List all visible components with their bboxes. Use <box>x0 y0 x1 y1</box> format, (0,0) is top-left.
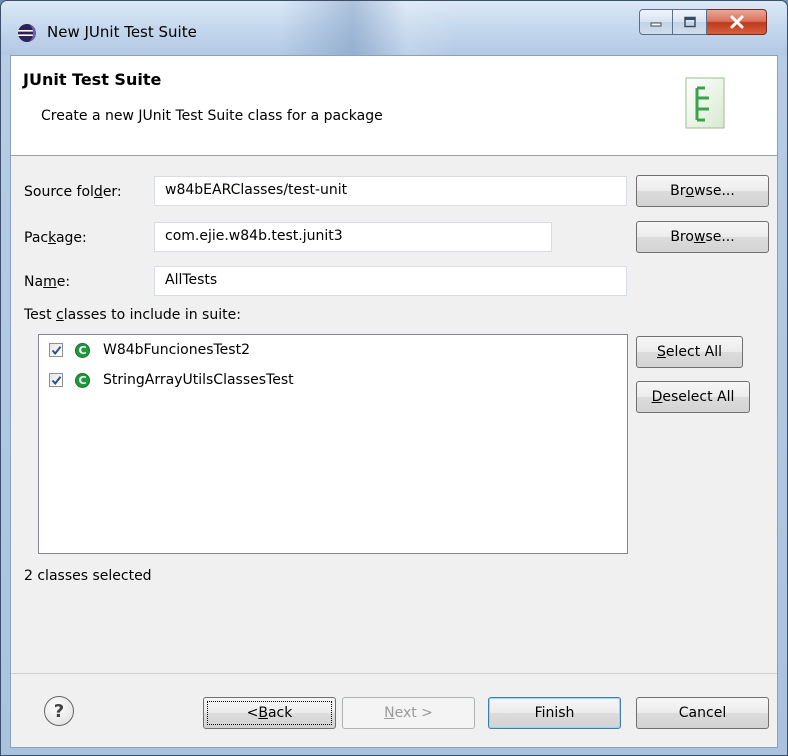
browse-package-button[interactable]: Bro w se... <box>636 221 769 253</box>
test-classes-label-text: Test <box>24 307 57 323</box>
eclipse-icon <box>18 24 36 42</box>
finish-button[interactable]: Finish <box>488 697 621 729</box>
package-field[interactable]: com.ejie.w84b.test.junit3 <box>154 222 552 252</box>
back-label: ack <box>267 705 293 721</box>
back-button[interactable]: < Back <box>203 697 336 729</box>
browse-label-suffix: wse... <box>694 183 735 199</box>
browse-label: Br <box>670 183 686 199</box>
class-icon: C <box>75 372 90 388</box>
name-label-suffix: e: <box>56 274 71 290</box>
select-all-mnemonic: S <box>657 344 666 360</box>
test-classes-label: Test classes to include in suite: <box>24 307 241 323</box>
source-folder-label: Source folder: <box>24 184 122 200</box>
test-suite-icon <box>685 77 725 129</box>
next-mnemonic: N <box>384 705 395 721</box>
package-label-text: Pac <box>24 230 49 246</box>
back-label-prefix: < <box>246 705 259 721</box>
name-label: Name: <box>24 274 70 290</box>
source-folder-label-suffix: er: <box>102 184 122 200</box>
list-item[interactable]: C W84bFuncionesTest2 <box>49 339 250 361</box>
test-classes-mnemonic: c <box>56 307 64 323</box>
source-folder-field[interactable]: w84bEARClasses/test-unit <box>154 176 627 206</box>
next-label: ext > <box>394 705 433 721</box>
deselect-all-mnemonic: D <box>651 389 663 405</box>
source-folder-mnemonic: d <box>93 184 103 200</box>
next-button[interactable]: Next > <box>342 697 475 729</box>
cancel-button[interactable]: Cancel <box>636 697 769 729</box>
dialog-content: JUnit Test Suite Create a new JUnit Test… <box>10 55 778 748</box>
maximize-icon <box>683 16 696 28</box>
dialog-window: New JUnit Test Suite JUnit Test Suite Cr… <box>0 0 788 756</box>
checkbox[interactable] <box>49 373 63 387</box>
checkbox[interactable] <box>49 343 63 357</box>
wizard-banner: JUnit Test Suite Create a new JUnit Test… <box>11 56 777 156</box>
select-all-label: elect All <box>665 344 722 360</box>
test-classes-label-suffix: lasses to include in suite: <box>63 307 241 323</box>
help-button[interactable]: ? <box>44 696 74 726</box>
package-mnemonic: k <box>48 230 56 246</box>
package-label: Package: <box>24 230 87 246</box>
class-icon: C <box>75 342 90 358</box>
title-bar-glare <box>281 1 461 55</box>
close-button[interactable] <box>707 9 767 35</box>
browse-label-suffix: se... <box>705 229 735 245</box>
deselect-all-button[interactable]: Deselect All <box>636 381 750 413</box>
window-title: New JUnit Test Suite <box>47 23 197 41</box>
banner-title: JUnit Test Suite <box>23 70 162 89</box>
list-item-label: W84bFuncionesTest2 <box>103 342 250 358</box>
footer-divider <box>11 673 777 674</box>
banner-description: Create a new JUnit Test Suite class for … <box>41 108 383 124</box>
checkmark-icon <box>51 375 61 385</box>
name-label-text: Na <box>24 274 44 290</box>
selection-status: 2 classes selected <box>24 568 152 584</box>
select-all-button[interactable]: Select All <box>636 336 743 368</box>
minimize-button[interactable] <box>639 9 673 35</box>
close-icon <box>730 15 743 29</box>
browse-mnemonic: o <box>685 183 695 199</box>
list-item[interactable]: C StringArrayUtilsClassesTest <box>49 369 294 391</box>
maximize-button[interactable] <box>673 9 707 35</box>
back-mnemonic: B <box>258 705 268 721</box>
title-bar[interactable]: New JUnit Test Suite <box>1 1 787 55</box>
browse-source-folder-button[interactable]: Br o wse... <box>636 175 769 207</box>
help-icon: ? <box>53 700 65 722</box>
name-field[interactable]: AllTests <box>154 266 627 296</box>
minimize-icon <box>650 22 662 27</box>
deselect-all-label: eselect All <box>662 389 735 405</box>
checkmark-icon <box>51 345 61 355</box>
package-label-suffix: age: <box>55 230 87 246</box>
list-item-label: StringArrayUtilsClassesTest <box>103 372 294 388</box>
test-classes-list[interactable]: C W84bFuncionesTest2 C StringArrayUtilsC… <box>38 334 628 554</box>
browse-label: Bro <box>670 229 694 245</box>
browse-mnemonic: w <box>693 229 706 245</box>
name-mnemonic: m <box>43 274 57 290</box>
source-folder-label-text: Source fol <box>24 184 94 200</box>
